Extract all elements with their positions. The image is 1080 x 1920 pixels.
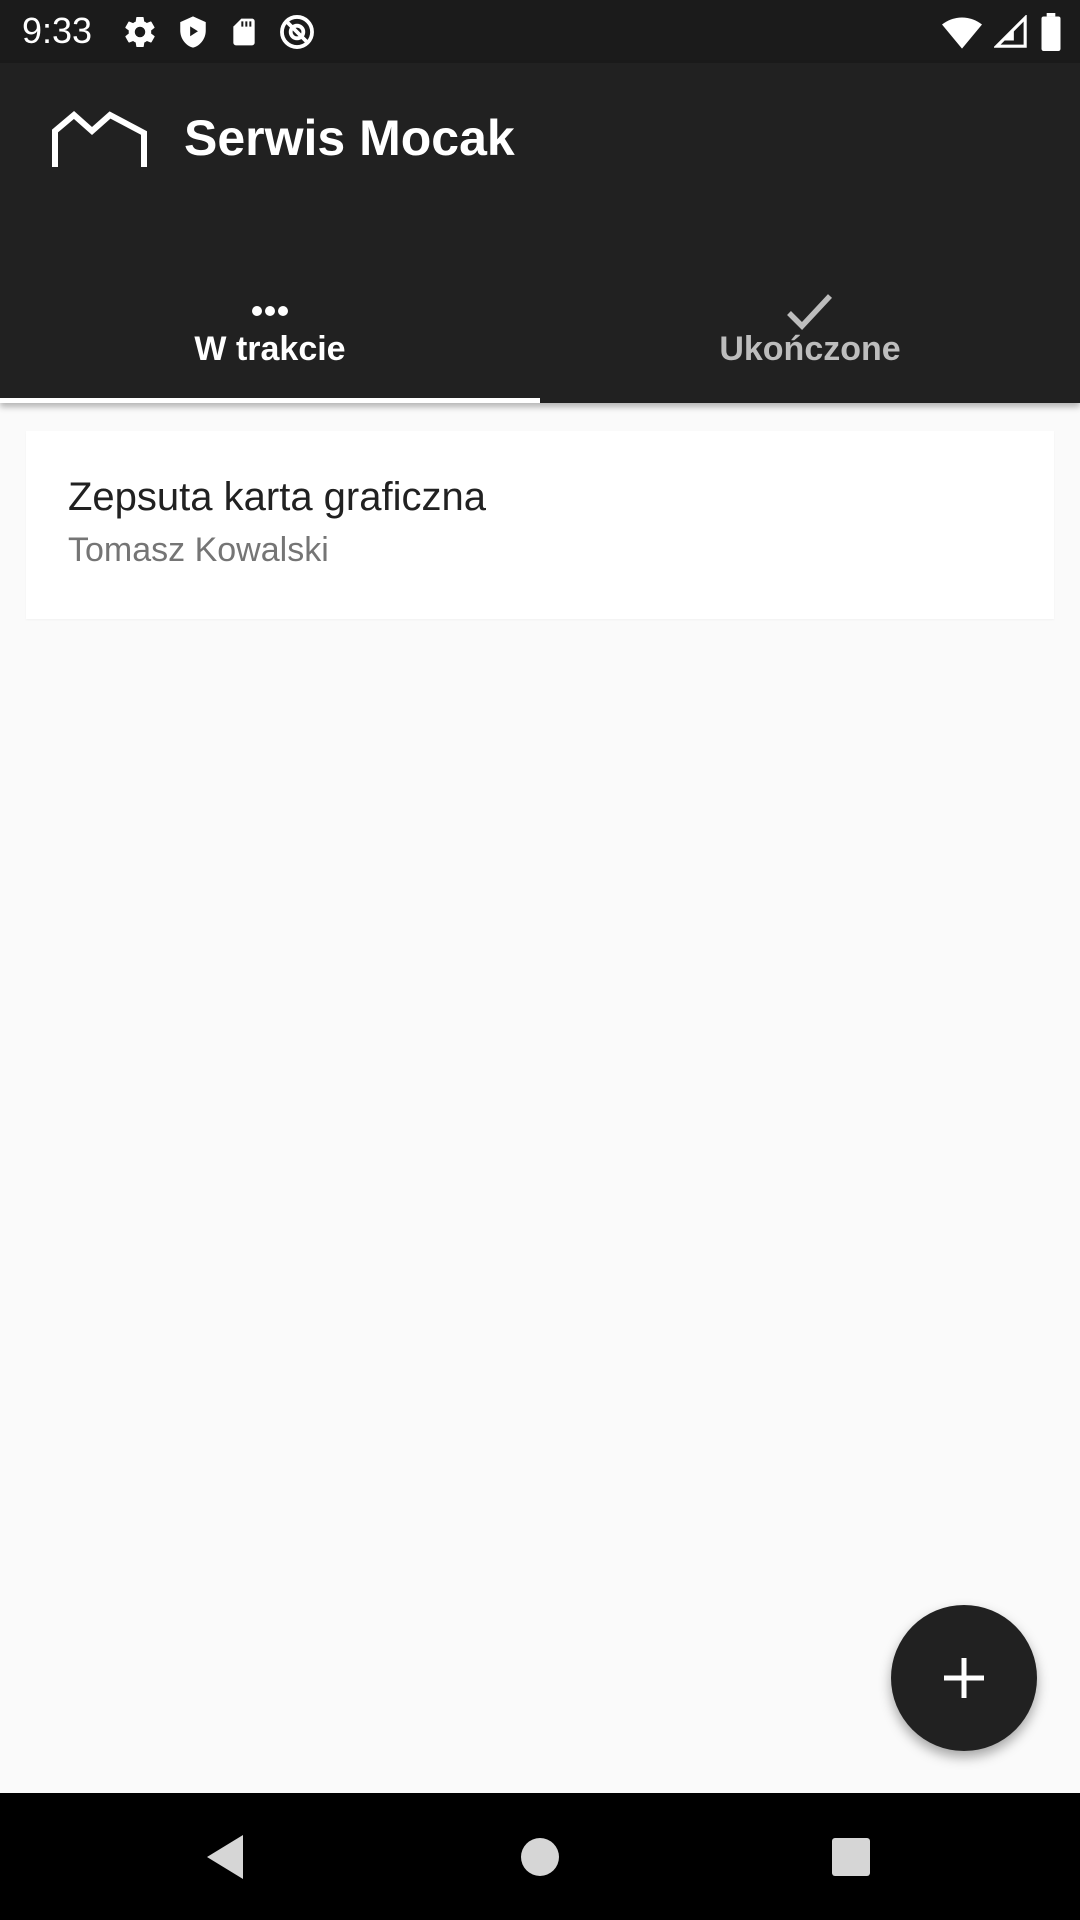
at-sign-icon xyxy=(278,13,316,51)
tab-in-progress[interactable]: W trakcie xyxy=(0,233,540,403)
app-title: Serwis Mocak xyxy=(184,110,515,166)
task-list: Zepsuta karta graficzna Tomasz Kowalski xyxy=(0,403,1080,1793)
status-time: 9:33 xyxy=(22,10,93,51)
app-bar: Serwis Mocak W trakcie Ukończone xyxy=(0,63,1080,403)
navigation-bar xyxy=(0,1793,1080,1920)
status-system-icons xyxy=(942,12,1062,52)
cellular-signal-icon xyxy=(994,15,1028,49)
item-title: Zepsuta karta graficzna xyxy=(68,475,486,519)
status-bar: 9:33 xyxy=(0,0,1080,63)
list-item[interactable]: Zepsuta karta graficzna Tomasz Kowalski xyxy=(26,431,1054,619)
app-screen: 9:33 Serwis Mocak W trakcie Ukończone Ze… xyxy=(0,0,1080,1920)
item-subtitle: Tomasz Kowalski xyxy=(68,531,329,569)
status-notification-icons xyxy=(122,12,316,52)
add-button[interactable] xyxy=(891,1605,1037,1751)
tab-label: Ukończone xyxy=(719,330,901,368)
home-button[interactable] xyxy=(480,1793,600,1920)
recents-button[interactable] xyxy=(791,1793,911,1920)
crown-logo-icon xyxy=(52,109,148,169)
shield-play-icon xyxy=(176,14,210,50)
tab-label: W trakcie xyxy=(194,330,346,368)
back-button[interactable] xyxy=(165,1793,285,1920)
tab-bar: W trakcie Ukończone xyxy=(0,233,1080,403)
battery-icon xyxy=(1040,13,1062,51)
sd-card-icon xyxy=(228,14,260,50)
wifi-icon xyxy=(942,15,982,49)
tab-completed[interactable]: Ukończone xyxy=(540,233,1080,403)
settings-icon xyxy=(122,14,158,50)
tab-indicator xyxy=(0,398,540,403)
